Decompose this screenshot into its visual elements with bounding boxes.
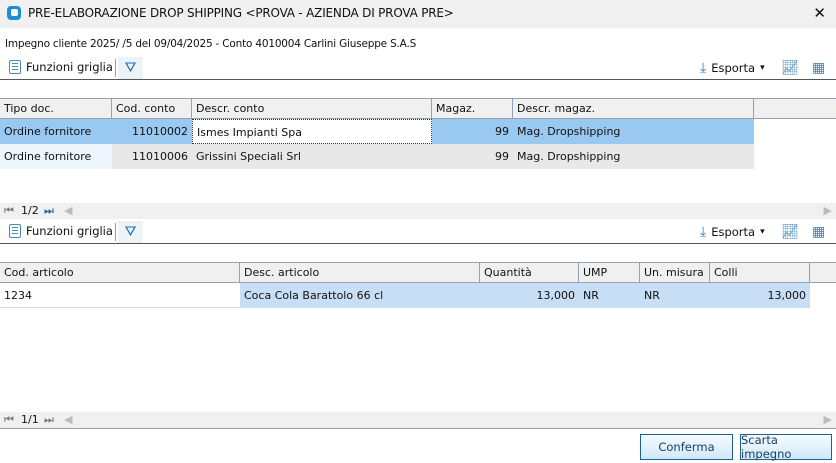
cell-tipo-doc[interactable]: Ordine fornitore — [0, 144, 112, 169]
column-header[interactable]: Quantità — [480, 262, 579, 283]
cell-magaz[interactable]: 99 — [432, 119, 513, 144]
cell-descr-conto[interactable]: Grissini Speciali Srl — [192, 144, 432, 169]
cell-descr-magaz[interactable]: Mag. Dropshipping — [513, 144, 754, 169]
cell-magaz[interactable]: 99 — [432, 144, 513, 169]
column-header-empty — [754, 98, 836, 119]
app-icon — [7, 6, 21, 20]
export-label: Esporta — [711, 225, 756, 239]
chevron-down-icon: ▾ — [760, 227, 765, 237]
first-page-icon[interactable]: ⏮ — [4, 204, 14, 218]
cell-descr-conto[interactable]: Ismes Impianti Spa — [192, 119, 432, 144]
scroll-left-icon[interactable]: ◀ — [64, 204, 72, 217]
column-header-empty — [810, 262, 836, 283]
pager-2: ⏮ 1/1 ⏭ ◀ ▶ — [0, 412, 836, 429]
page-indicator: 1/1 — [21, 413, 39, 426]
separator — [115, 223, 116, 241]
filter-icon[interactable]: ⛛ — [118, 57, 143, 79]
column-header[interactable]: Magaz. — [432, 98, 513, 119]
chart-icon[interactable]: 📈︎ — [781, 60, 799, 76]
download-icon: ⤓ — [700, 224, 707, 240]
last-page-icon[interactable]: ⏭ — [44, 204, 54, 218]
export-label: Esporta — [711, 61, 756, 75]
page-indicator: 1/2 — [21, 204, 39, 217]
cell-cod-conto[interactable]: 11010006 — [112, 144, 192, 169]
list-icon — [9, 60, 21, 74]
discard-commitment-button[interactable]: Scarta impegno — [740, 433, 832, 461]
cell-descr-magaz[interactable]: Mag. Dropshipping — [513, 119, 754, 144]
separator — [115, 59, 116, 77]
list-icon — [9, 224, 21, 238]
grid-toolbar-1: Funzioni griglia ⛛ ⤓ Esporta ▾ 📈︎ ▦ — [0, 57, 836, 80]
export-button[interactable]: ⤓ Esporta ▾ — [700, 60, 765, 76]
last-page-icon[interactable]: ⏭ — [44, 413, 54, 427]
grid-layout-icon[interactable]: ▦ — [812, 60, 825, 76]
cell-tipo-doc[interactable]: Ordine fornitore — [0, 119, 112, 144]
grid-functions-label: Funzioni griglia — [26, 224, 113, 238]
first-page-icon[interactable]: ⏮ — [4, 413, 14, 427]
grid-functions-button[interactable]: Funzioni griglia — [9, 224, 113, 238]
scroll-right-icon[interactable]: ▶ — [824, 413, 832, 426]
window-title: PRE-ELABORAZIONE DROP SHIPPING <PROVA - … — [28, 6, 454, 20]
confirm-button[interactable]: Conferma — [640, 434, 733, 460]
supplier-orders-grid: Tipo doc. Cod. conto Descr. conto Magaz.… — [0, 98, 836, 198]
cell-desc-articolo[interactable]: Coca Cola Barattolo 66 cl — [240, 283, 480, 308]
cell-cod-articolo[interactable]: 1234 — [0, 283, 240, 308]
articles-grid: Cod. articolo Desc. articolo Quantità UM… — [0, 262, 836, 402]
column-header[interactable]: Cod. conto — [112, 98, 192, 119]
download-icon: ⤓ — [700, 60, 707, 76]
grid-layout-icon[interactable]: ▦ — [812, 224, 825, 240]
column-header[interactable]: Cod. articolo — [0, 262, 240, 283]
cell-ump[interactable]: NR — [579, 283, 640, 308]
pager-1: ⏮ 1/2 ⏭ ◀ ▶ — [0, 203, 836, 219]
scroll-left-icon[interactable]: ◀ — [64, 413, 72, 426]
scroll-right-icon[interactable]: ▶ — [824, 204, 832, 217]
commitment-info: Impegno cliente 2025/ /5 del 09/04/2025 … — [5, 38, 417, 50]
filter-icon[interactable]: ⛛ — [118, 221, 143, 243]
cell-colli[interactable]: 13,000 — [710, 283, 810, 308]
column-header[interactable]: Colli — [710, 262, 810, 283]
column-header[interactable]: Tipo doc. — [0, 98, 112, 119]
cell-un-misura[interactable]: NR — [640, 283, 710, 308]
column-header[interactable]: Un. misura — [640, 262, 710, 283]
cell-quantita[interactable]: 13,000 — [480, 283, 579, 308]
chart-icon[interactable]: 📈︎ — [781, 224, 799, 240]
export-button[interactable]: ⤓ Esporta ▾ — [700, 224, 765, 240]
column-header[interactable]: UMP — [579, 262, 640, 283]
column-header[interactable]: Desc. articolo — [240, 262, 480, 283]
chevron-down-icon: ▾ — [760, 63, 765, 73]
close-icon[interactable]: ✕ — [813, 4, 826, 22]
column-header[interactable]: Descr. conto — [192, 98, 432, 119]
cell-cod-conto[interactable]: 11010002 — [112, 119, 192, 144]
grid-functions-label: Funzioni griglia — [26, 60, 113, 74]
grid-toolbar-2: Funzioni griglia ⛛ ⤓ Esporta ▾ 📈︎ ▦ — [0, 221, 836, 244]
column-header[interactable]: Descr. magaz. — [513, 98, 754, 119]
grid-functions-button[interactable]: Funzioni griglia — [9, 60, 113, 74]
